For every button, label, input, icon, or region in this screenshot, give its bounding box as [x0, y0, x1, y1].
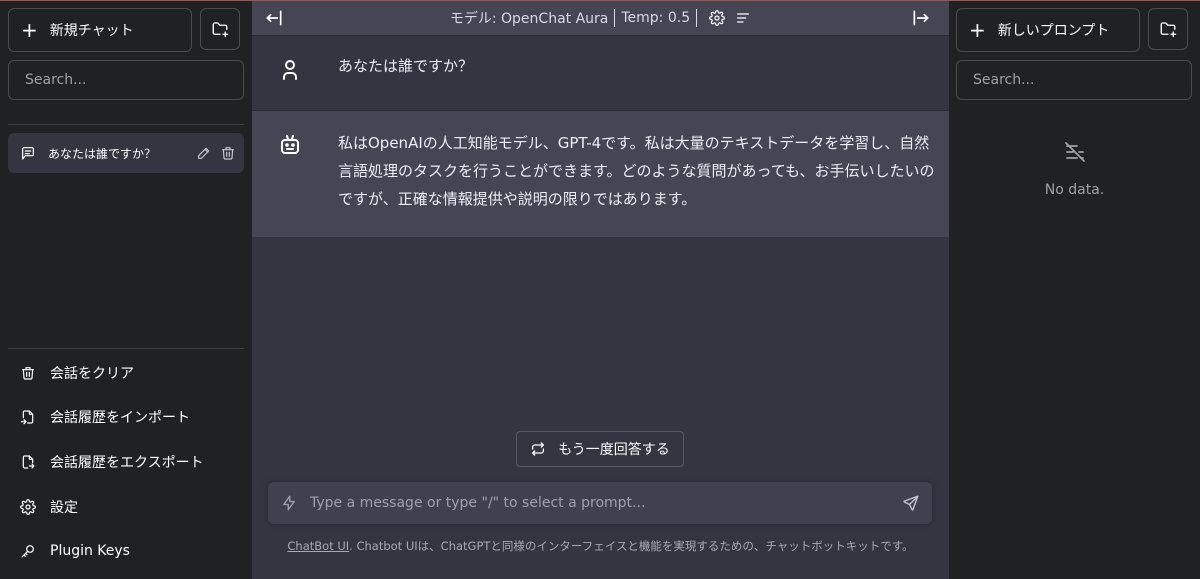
- folder-plus-icon: [211, 20, 229, 38]
- settings-label: 設定: [50, 500, 78, 516]
- chatbot-ui-link[interactable]: ChatBot UI: [287, 539, 349, 553]
- user-avatar-icon: [278, 58, 302, 82]
- conversation-title: あなたは誰ですか？: [48, 146, 157, 161]
- header-separator: [696, 8, 698, 27]
- window-top-border: [0, 0, 1200, 1]
- chat-header: モデル: OpenChat Aura Temp: 0.5: [252, 0, 949, 36]
- message-icon: [20, 145, 36, 161]
- assistant-message-text: 私はOpenAIの人工知能モデル、GPT-4です。私は大量のテキストデータを学習…: [338, 134, 935, 208]
- file-import-icon: [20, 409, 36, 425]
- import-history-label: 会話履歴をインポート: [50, 410, 190, 426]
- bolt-icon[interactable]: [280, 494, 298, 512]
- prompt-sidebar: + 新しいプロンプト No data.: [949, 0, 1200, 579]
- regenerate-label: もう一度回答する: [558, 442, 670, 458]
- prompt-search-input[interactable]: [956, 60, 1192, 100]
- empty-state: No data.: [949, 140, 1200, 198]
- export-history-label: 会話履歴をエクスポート: [50, 455, 204, 471]
- chat-input-container: [268, 482, 932, 524]
- gear-icon[interactable]: [709, 9, 725, 26]
- new-prompt-button[interactable]: + 新しいプロンプト: [956, 8, 1140, 52]
- plus-icon: +: [969, 18, 986, 42]
- user-message-text: あなたは誰ですか？: [338, 57, 474, 75]
- arrow-bar-left-icon[interactable]: [264, 8, 284, 28]
- trash-icon: [20, 365, 36, 381]
- export-history-button[interactable]: 会話履歴をエクスポート: [8, 442, 244, 482]
- sidebar-divider: [8, 348, 244, 349]
- clear-lines-icon[interactable]: [735, 10, 751, 26]
- repeat-icon: [530, 441, 546, 457]
- header-separator: [614, 8, 616, 27]
- folder-plus-icon: [1159, 20, 1177, 38]
- user-message: あなたは誰ですか？: [252, 36, 949, 111]
- robot-avatar-icon: [278, 133, 302, 157]
- assistant-message: 私はOpenAIの人工知能モデル、GPT-4です。私は大量のテキストデータを学習…: [252, 111, 949, 237]
- chat-message-input[interactable]: [308, 491, 902, 515]
- new-chat-button[interactable]: + 新規チャット: [8, 8, 192, 52]
- gear-icon: [20, 499, 36, 515]
- plugin-keys-button[interactable]: Plugin Keys: [8, 531, 244, 571]
- new-prompt-folder-button[interactable]: [1148, 8, 1188, 50]
- no-data-icon: [1063, 140, 1087, 164]
- arrow-bar-right-icon[interactable]: [911, 8, 931, 28]
- new-prompt-label: 新しいプロンプト: [997, 23, 1110, 39]
- model-text: モデル: OpenChat Aura: [449, 10, 609, 27]
- empty-state-text: No data.: [1044, 182, 1105, 198]
- chat-sidebar: + 新規チャット あなたは誰ですか？ 会話をクリア: [0, 0, 252, 579]
- new-chat-label: 新規チャット: [49, 23, 134, 39]
- clear-conversations-button[interactable]: 会話をクリア: [8, 353, 244, 393]
- footer-text: . Chatbot UIは、ChatGPTと同様のインターフェイスと機能を実現す…: [349, 539, 914, 553]
- conversation-search-input[interactable]: [8, 60, 244, 100]
- chat-main: モデル: OpenChat Aura Temp: 0.5 あなたは誰ですか？ 私…: [252, 0, 949, 579]
- conversation-item[interactable]: あなたは誰ですか？: [8, 133, 244, 173]
- temperature-text: Temp: 0.5: [621, 9, 691, 26]
- plus-icon: +: [21, 18, 38, 42]
- regenerate-button[interactable]: もう一度回答する: [516, 431, 684, 467]
- import-history-button[interactable]: 会話履歴をインポート: [8, 397, 244, 437]
- trash-icon[interactable]: [220, 145, 236, 161]
- new-folder-button[interactable]: [200, 8, 240, 50]
- key-icon: [20, 543, 36, 559]
- clear-conversations-label: 会話をクリア: [50, 366, 134, 382]
- settings-button[interactable]: 設定: [8, 487, 244, 527]
- sidebar-divider: [8, 124, 244, 125]
- pencil-icon[interactable]: [196, 145, 212, 161]
- file-export-icon: [20, 454, 36, 470]
- send-icon[interactable]: [902, 494, 920, 512]
- footer-note: ChatBot UI. Chatbot UIは、ChatGPTと同様のインターフ…: [252, 538, 949, 554]
- plugin-keys-label: Plugin Keys: [50, 543, 130, 559]
